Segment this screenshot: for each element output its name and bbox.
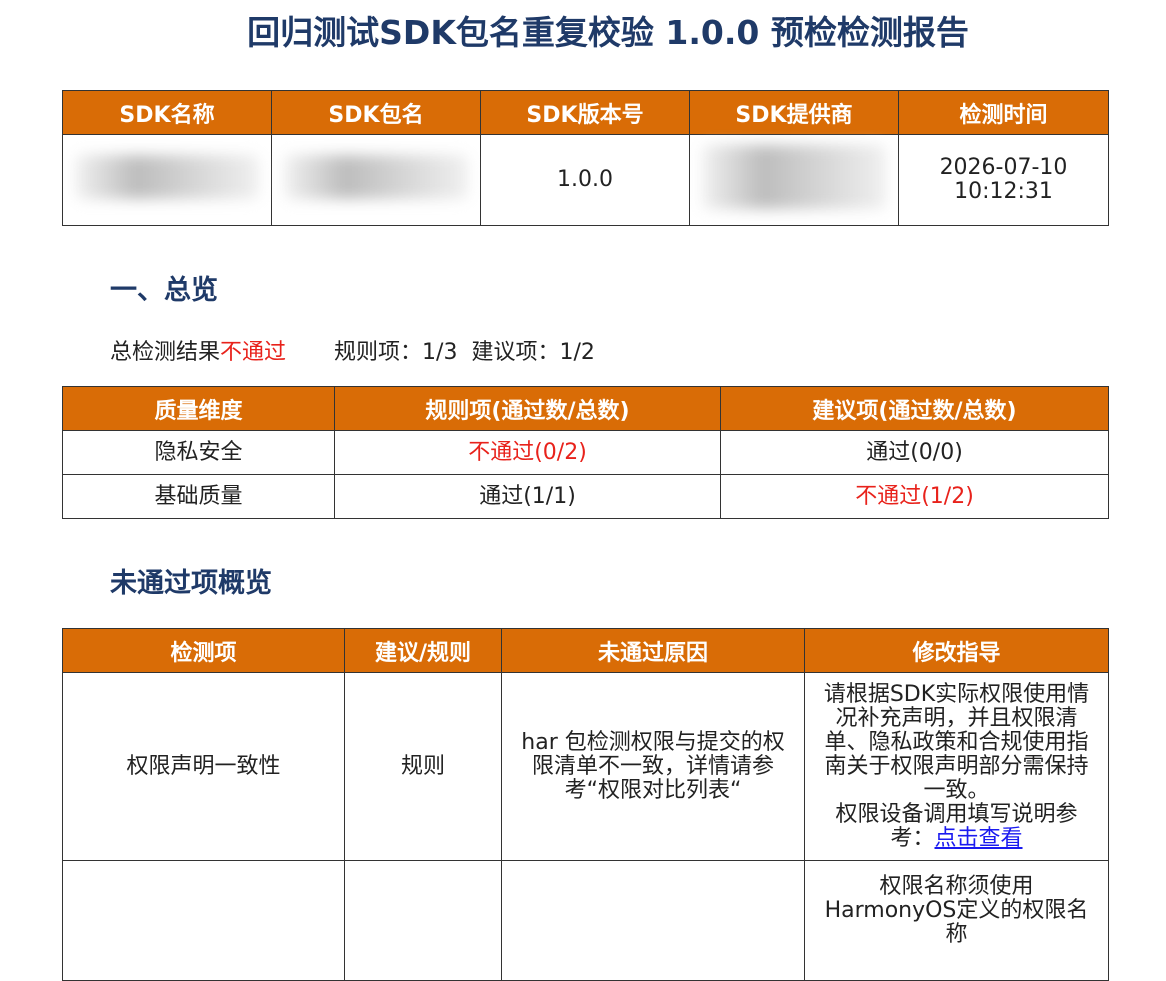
overview-heading: 一、总览 [110, 275, 218, 306]
reason-cell [501, 860, 805, 981]
table-row: 权限声明一致性 规则 har 包检测权限与提交的权限清单不一致，详情请参考“权限… [62, 672, 1109, 861]
report-title: 回归测试SDK包名重复校验 1.0.0 预检检测报告 [247, 13, 969, 52]
sdk-name-redacted [62, 134, 272, 226]
suggest-cell: 通过(0/0) [720, 430, 1109, 475]
sdk-package-redacted [271, 134, 481, 226]
sdk-vendor-redacted [689, 134, 899, 226]
type-cell [344, 860, 502, 981]
result-label: 总检测结果 [110, 340, 221, 365]
failed-items-table: 检测项 建议/规则 未通过原因 修改指导 权限声明一致性 规则 har 包检测权… [62, 628, 1109, 981]
header-check-time: 检测时间 [898, 90, 1109, 135]
header-reason: 未通过原因 [501, 628, 805, 673]
dimension-cell: 隐私安全 [62, 430, 335, 475]
guide-cell: 请根据SDK实际权限使用情况补充声明，并且权限清单、隐私政策和合规使用指南关于权… [804, 672, 1109, 861]
quality-table: 质量维度 规则项(通过数/总数) 建议项(通过数/总数) 隐私安全 不通过(0/… [62, 386, 1109, 519]
suggest-summary: 建议项：1/2 [471, 340, 595, 365]
overview-summary: 总检测结果不通过 规则项：1/3 建议项：1/2 [110, 334, 595, 366]
guide-text: 请根据SDK实际权限使用情况补充声明，并且权限清单、隐私政策和合规使用指南关于权… [823, 681, 1090, 803]
check-item-cell: 权限声明一致性 [62, 672, 345, 861]
header-suggest-count: 建议项(通过数/总数) [720, 386, 1109, 431]
dimension-cell: 基础质量 [62, 474, 335, 519]
header-sdk-name: SDK名称 [62, 90, 272, 135]
rule-summary: 规则项：1/3 [334, 340, 458, 365]
guide-extra: 权限设备调用填写说明参考：点击查看 [819, 802, 1094, 851]
result-value: 不通过 [220, 340, 287, 365]
table-row: 权限名称须使用HarmonyOS定义的权限名称 [62, 860, 1109, 981]
failed-overview-heading: 未通过项概览 [110, 568, 272, 599]
header-sdk-version: SDK版本号 [480, 90, 690, 135]
table-row: 基础质量 通过(1/1) 不通过(1/2) [62, 474, 1109, 519]
check-item-cell [62, 860, 345, 981]
guide-cell: 权限名称须使用HarmonyOS定义的权限名称 [804, 860, 1109, 981]
reason-cell: har 包检测权限与提交的权限清单不一致，详情请参考“权限对比列表“ [501, 672, 805, 861]
header-check-item: 检测项 [62, 628, 345, 673]
type-cell: 规则 [344, 672, 502, 861]
header-rule-count: 规则项(通过数/总数) [334, 386, 721, 431]
view-details-link[interactable]: 点击查看 [935, 826, 1023, 851]
check-date: 2026-07-10 [939, 155, 1068, 180]
sdk-version-value: 1.0.0 [480, 134, 690, 226]
header-sdk-package: SDK包名 [271, 90, 481, 135]
rule-cell: 不通过(0/2) [334, 430, 721, 475]
header-type: 建议/规则 [344, 628, 502, 673]
table-row: 隐私安全 不通过(0/2) 通过(0/0) [62, 430, 1109, 475]
check-clock: 10:12:31 [954, 179, 1053, 204]
header-dimension: 质量维度 [62, 386, 335, 431]
rule-cell: 通过(1/1) [334, 474, 721, 519]
header-guide: 修改指导 [804, 628, 1109, 673]
header-sdk-vendor: SDK提供商 [689, 90, 899, 135]
suggest-cell: 不通过(1/2) [720, 474, 1109, 519]
sdk-info-table: SDK名称 SDK包名 SDK版本号 SDK提供商 检测时间 1.0.0 202… [62, 90, 1109, 226]
check-time-value: 2026-07-10 10:12:31 [898, 134, 1109, 226]
